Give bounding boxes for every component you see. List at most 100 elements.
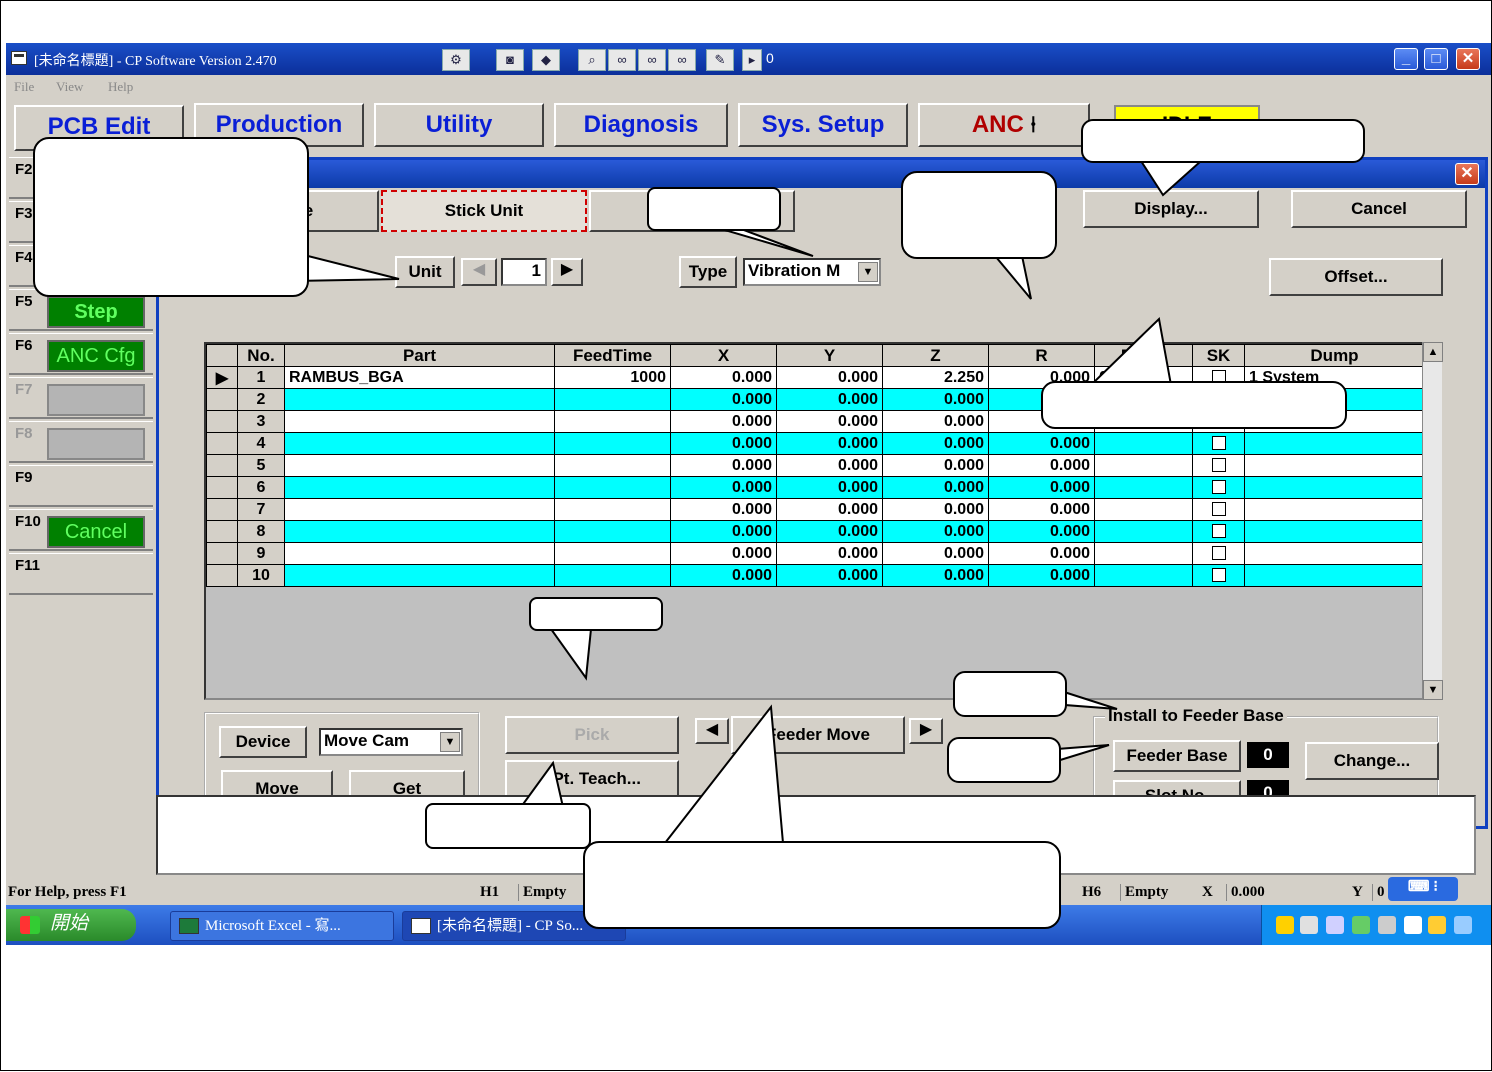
minimize-button[interactable]: _ <box>1394 48 1418 70</box>
table-row[interactable]: 4 0.000 0.000 0.000 0.000 <box>206 432 1425 455</box>
cell-part[interactable]: RAMBUS_BGA <box>284 366 555 389</box>
cell-feedtime[interactable] <box>554 498 671 521</box>
cell-x[interactable]: 0.000 <box>670 520 777 543</box>
row-selector[interactable] <box>206 410 238 433</box>
cell-no[interactable]: 2 <box>237 388 285 411</box>
fkey-f6[interactable]: F6 ANC Cfg <box>9 333 153 375</box>
cell-partr[interactable] <box>1094 476 1193 499</box>
cell-sk[interactable] <box>1192 542 1245 565</box>
cell-no[interactable]: 8 <box>237 520 285 543</box>
cell-sk[interactable] <box>1192 454 1245 477</box>
table-row[interactable]: 5 0.000 0.000 0.000 0.000 <box>206 454 1425 477</box>
sk-checkbox[interactable] <box>1211 524 1226 539</box>
cell-y[interactable]: 0.000 <box>776 432 883 455</box>
column-header[interactable]: No. <box>237 344 285 367</box>
cell-y[interactable]: 0.000 <box>776 498 883 521</box>
cell-no[interactable]: 1 <box>237 366 285 389</box>
table-row[interactable]: 7 0.000 0.000 0.000 0.000 <box>206 498 1425 521</box>
menu-file[interactable]: File <box>14 79 34 95</box>
cell-part[interactable] <box>284 520 555 543</box>
cell-feedtime[interactable] <box>554 564 671 587</box>
toolbar-edit-icon[interactable]: ✎ <box>706 49 734 71</box>
scroll-up-icon[interactable]: ▲ <box>1423 342 1443 362</box>
keyboard-icon[interactable]: ⌨ ⁝ <box>1388 877 1458 901</box>
toolbar-link3-icon[interactable]: ∞ <box>668 49 696 71</box>
toolbar-camera-icon[interactable]: ◙ <box>496 49 524 71</box>
column-header[interactable]: Part <box>284 344 555 367</box>
cell-z[interactable]: 0.000 <box>882 542 989 565</box>
cell-partr[interactable] <box>1094 432 1193 455</box>
cell-dump[interactable] <box>1244 454 1425 477</box>
cell-feedtime[interactable] <box>554 520 671 543</box>
cell-feedtime[interactable] <box>554 476 671 499</box>
cell-y[interactable]: 0.000 <box>776 388 883 411</box>
cell-x[interactable]: 0.000 <box>670 542 777 565</box>
cell-x[interactable]: 0.000 <box>670 498 777 521</box>
sk-checkbox[interactable] <box>1211 546 1226 561</box>
cell-sk[interactable] <box>1192 498 1245 521</box>
cell-feedtime[interactable] <box>554 542 671 565</box>
step-button[interactable]: Step <box>47 296 145 328</box>
cancel-button[interactable]: Cancel <box>1291 190 1467 228</box>
network-tray-icon[interactable] <box>1300 916 1318 934</box>
toolbar-link-icon[interactable]: ∞ <box>608 49 636 71</box>
cell-part[interactable] <box>284 498 555 521</box>
cell-feedtime[interactable] <box>554 388 671 411</box>
sk-checkbox[interactable] <box>1211 458 1226 473</box>
cell-dump[interactable] <box>1244 564 1425 587</box>
cell-z[interactable]: 0.000 <box>882 564 989 587</box>
display-button[interactable]: Display... <box>1083 190 1259 228</box>
tab-sys-setup[interactable]: Sys. Setup <box>738 103 908 147</box>
row-selector[interactable] <box>206 498 238 521</box>
maximize-button[interactable]: □ <box>1424 48 1448 70</box>
toolbar-hat-icon[interactable]: ◆ <box>532 49 560 71</box>
menu-help[interactable]: Help <box>108 79 133 95</box>
cell-feedtime[interactable] <box>554 454 671 477</box>
cell-feedtime[interactable] <box>554 432 671 455</box>
cell-z[interactable]: 2.250 <box>882 366 989 389</box>
cell-x[interactable]: 0.000 <box>670 410 777 433</box>
cell-x[interactable]: 0.000 <box>670 454 777 477</box>
table-row[interactable]: 9 0.000 0.000 0.000 0.000 <box>206 542 1425 565</box>
sk-checkbox[interactable] <box>1211 568 1226 583</box>
fkey-f10[interactable]: F10 Cancel <box>9 509 153 551</box>
cell-dump[interactable] <box>1244 520 1425 543</box>
cell-no[interactable]: 7 <box>237 498 285 521</box>
cell-dump[interactable] <box>1244 542 1425 565</box>
cell-feedtime[interactable]: 1000 <box>554 366 671 389</box>
cell-x[interactable]: 0.000 <box>670 366 777 389</box>
cell-z[interactable]: 0.000 <box>882 476 989 499</box>
chevron-down-icon[interactable]: ▼ <box>440 732 460 752</box>
cell-x[interactable]: 0.000 <box>670 476 777 499</box>
cell-partr[interactable] <box>1094 498 1193 521</box>
feeder-next-button[interactable]: ▶ <box>909 718 943 744</box>
cell-x[interactable]: 0.000 <box>670 564 777 587</box>
row-selector[interactable]: ▶ <box>206 366 238 389</box>
cell-y[interactable]: 0.000 <box>776 410 883 433</box>
column-header[interactable]: X <box>670 344 777 367</box>
cell-z[interactable]: 0.000 <box>882 388 989 411</box>
cell-z[interactable]: 0.000 <box>882 498 989 521</box>
menu-view[interactable]: View <box>56 79 83 95</box>
table-scrollbar[interactable]: ▲ ▼ <box>1422 342 1443 700</box>
toolbar-arrow-icon[interactable]: ▸ <box>742 49 762 71</box>
cell-partr[interactable] <box>1094 542 1193 565</box>
cell-part[interactable] <box>284 564 555 587</box>
scroll-down-icon[interactable]: ▼ <box>1423 680 1443 700</box>
sk-checkbox[interactable] <box>1211 436 1226 451</box>
device-select[interactable]: Move Cam ▼ <box>319 728 463 756</box>
cell-part[interactable] <box>284 410 555 433</box>
cell-part[interactable] <box>284 388 555 411</box>
type-select[interactable]: Vibration M ▼ <box>743 258 881 286</box>
row-selector[interactable] <box>206 388 238 411</box>
feeder-move-button[interactable]: Feeder Move <box>731 716 905 754</box>
cell-part[interactable] <box>284 476 555 499</box>
table-row[interactable]: 10 0.000 0.000 0.000 0.000 <box>206 564 1425 587</box>
tab-diagnosis[interactable]: Diagnosis <box>554 103 728 147</box>
toolbar-link2-icon[interactable]: ∞ <box>638 49 666 71</box>
cell-no[interactable]: 6 <box>237 476 285 499</box>
cell-y[interactable]: 0.000 <box>776 542 883 565</box>
column-header[interactable]: Z <box>882 344 989 367</box>
row-selector[interactable] <box>206 476 238 499</box>
unit-next-button[interactable]: ▶ <box>551 258 583 286</box>
